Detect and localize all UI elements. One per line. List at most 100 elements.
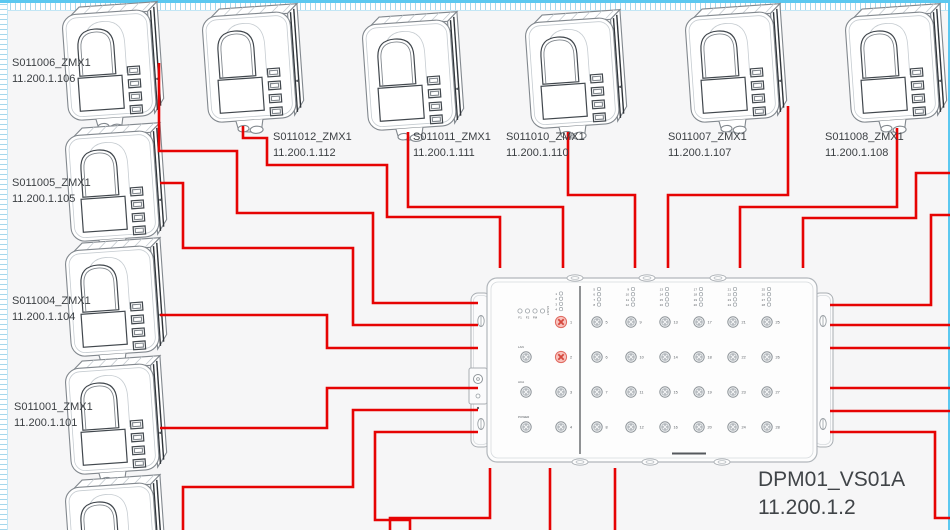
device-S011010_ZMX1[interactable] — [524, 10, 629, 143]
panel-port-25[interactable] — [762, 317, 772, 327]
device-S011012_ZMX1[interactable] — [201, 4, 306, 137]
panel-aux-port-aca[interactable] — [521, 387, 531, 397]
panel-port-26[interactable] — [762, 352, 772, 362]
panel-port-8[interactable] — [592, 422, 602, 432]
port-led-label: 12 — [626, 303, 630, 307]
port-number: 1 — [570, 321, 572, 325]
port-number: 21 — [742, 321, 746, 325]
port-number: 28 — [776, 426, 780, 430]
port-led-label: 27 — [762, 298, 766, 302]
port-number: 5 — [606, 321, 608, 325]
panel-port-13[interactable] — [660, 317, 670, 327]
port-number: 13 — [674, 321, 678, 325]
panel-port-23[interactable] — [728, 387, 738, 397]
port-number: 17 — [708, 321, 712, 325]
port-number: 14 — [674, 356, 678, 360]
panel-DPM01_VS01A[interactable]: F1F2FMFAULT12341234LANACAPOWER5678567891… — [469, 275, 833, 465]
port-number: 27 — [776, 391, 780, 395]
panel-port-28[interactable] — [762, 422, 772, 432]
device-label-ip: 11.200.1.111 — [413, 147, 475, 159]
port-number: 6 — [606, 356, 608, 360]
device-label-name: S011004_ZMX1 — [12, 295, 91, 307]
device-label-name: S011006_ZMX1 — [12, 57, 91, 69]
port-led-label: 16 — [660, 303, 664, 307]
panel-edge-tab — [572, 459, 588, 465]
panel-edge-tab — [567, 275, 583, 281]
port-number: 2 — [570, 356, 572, 360]
panel-port-14[interactable] — [660, 352, 670, 362]
panel-port-15[interactable] — [660, 387, 670, 397]
panel-port-6[interactable] — [592, 352, 602, 362]
port-number: 11 — [640, 391, 644, 395]
panel-edge-tab — [639, 275, 655, 281]
device-label-name: S011008_ZMX1 — [825, 131, 904, 143]
port-number: 25 — [776, 321, 780, 325]
panel-port-19[interactable] — [694, 387, 704, 397]
port-number: 19 — [708, 391, 712, 395]
panel-port-3[interactable] — [556, 387, 566, 397]
port-led-label: 15 — [660, 298, 664, 302]
cable-S011004_ZMX1[interactable] — [160, 315, 478, 348]
port-number: 18 — [708, 356, 712, 360]
device-S011005_ZMX1[interactable] — [64, 123, 169, 256]
panel-port-1[interactable] — [555, 316, 566, 327]
port-number: 24 — [742, 426, 746, 430]
cable-S011010_ZMX1[interactable] — [568, 132, 635, 268]
device-label-ip: 11.200.1.108 — [825, 147, 888, 159]
device-label-ip: 11.200.1.106 — [12, 73, 75, 85]
panel-port-21[interactable] — [728, 317, 738, 327]
network-diagram: F1F2FMFAULT12341234LANACAPOWER5678567891… — [0, 0, 950, 530]
panel-port-11[interactable] — [626, 387, 636, 397]
status-led-label: F2 — [526, 316, 530, 320]
status-led — [540, 309, 544, 313]
panel-aux-port-lan[interactable] — [521, 352, 531, 362]
panel-port-2[interactable] — [555, 351, 566, 362]
panel-port-16[interactable] — [660, 422, 670, 432]
device-label-ip: 11.200.1.101 — [14, 417, 77, 429]
device-label-ip: 11.200.1.112 — [273, 147, 336, 159]
panel-port-22[interactable] — [728, 352, 738, 362]
panel-aux-port-power[interactable] — [521, 422, 531, 432]
device-label-ip: 11.200.1.104 — [12, 311, 75, 323]
panel-port-7[interactable] — [592, 387, 602, 397]
port-number: 26 — [776, 356, 780, 360]
port-number: 10 — [640, 356, 644, 360]
panel-port-12[interactable] — [626, 422, 636, 432]
panel-port-27[interactable] — [762, 387, 772, 397]
device-S011011_ZMX1[interactable] — [361, 12, 466, 145]
status-led-label: F1 — [518, 316, 522, 320]
panel-label-name: DPM01_VS01A — [758, 468, 905, 491]
device-partial-device[interactable] — [64, 475, 169, 530]
status-led — [518, 309, 522, 313]
panel-port-24[interactable] — [728, 422, 738, 432]
cable-offscreen-right-1[interactable] — [803, 173, 950, 268]
port-number: 7 — [606, 391, 608, 395]
panel-edge-tab — [642, 459, 658, 465]
panel-label-ip: 11.200.1.2 — [758, 496, 856, 519]
device-S011001_ZMX1[interactable] — [64, 356, 169, 489]
status-led — [525, 309, 529, 313]
device-label-name: S011010_ZMX1 — [506, 131, 585, 143]
device-S011007_ZMX1[interactable] — [684, 4, 789, 137]
panel-port-5[interactable] — [592, 317, 602, 327]
port-number: 15 — [674, 391, 678, 395]
panel-port-4[interactable] — [556, 422, 566, 432]
panel-port-9[interactable] — [626, 317, 636, 327]
port-number: 20 — [708, 426, 712, 430]
device-S011008_ZMX1[interactable] — [844, 4, 949, 137]
fault-led-label: FAULT — [546, 306, 550, 315]
cable-offscreen-right-2[interactable] — [830, 215, 950, 305]
panel-port-20[interactable] — [694, 422, 704, 432]
port-led-label: 26 — [762, 293, 766, 297]
port-led-label: 18 — [694, 293, 698, 297]
device-label-ip: 11.200.1.107 — [668, 147, 731, 159]
panel-port-10[interactable] — [626, 352, 636, 362]
status-led — [533, 309, 537, 313]
panel-port-18[interactable] — [694, 352, 704, 362]
cable-offscreen-bottom-1[interactable] — [375, 432, 478, 530]
panel-port-17[interactable] — [694, 317, 704, 327]
cable-S011001_ZMX1[interactable] — [160, 388, 478, 428]
device-label-name: S011001_ZMX1 — [14, 401, 93, 413]
port-led-label: 23 — [728, 298, 732, 302]
port-led-label: 14 — [660, 293, 664, 297]
